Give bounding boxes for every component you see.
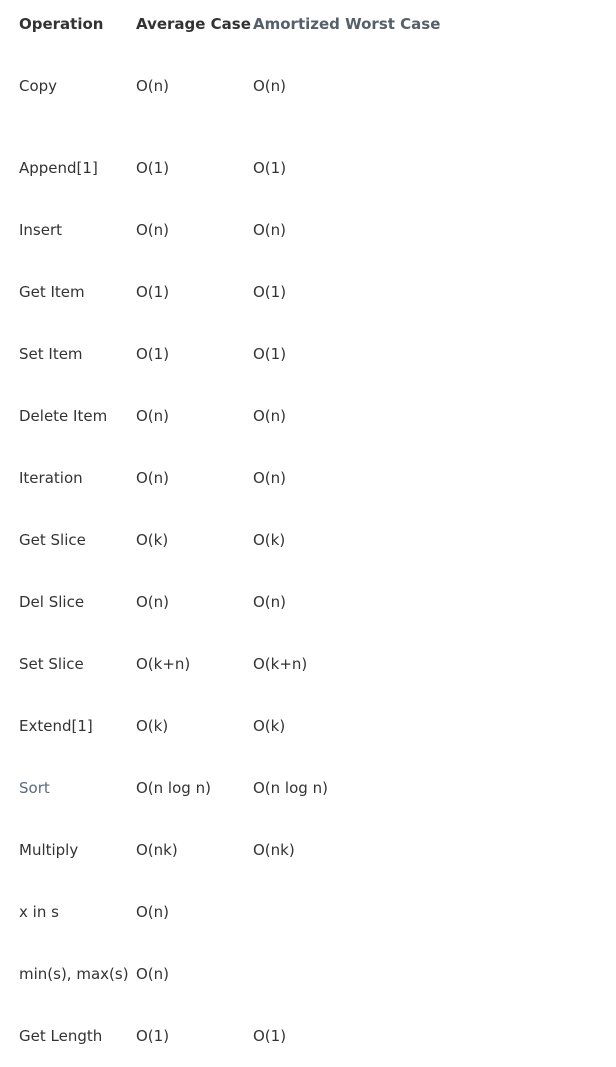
operation-cell: Del Slice [19, 593, 85, 611]
operation-cell: x in s [19, 903, 59, 921]
average-case-cell: O(1) [136, 345, 170, 363]
header-amortized-worst-case: Amortized Worst Case [253, 15, 441, 33]
table-row: Del Slice O(n) O(n) [19, 571, 440, 633]
table-row: Extend[1] O(k) O(k) [19, 695, 440, 757]
table-row: x in s O(n) [19, 881, 440, 943]
amortized-worst-case-cell: O(1) [253, 345, 287, 363]
header-average-case: Average Case [136, 15, 251, 33]
operation-cell: Set Slice [19, 655, 84, 673]
average-case-cell: O(k+n) [136, 655, 191, 673]
amortized-worst-case-cell: O(k) [253, 717, 286, 735]
header-operation: Operation [19, 15, 104, 33]
amortized-worst-case-cell: O(1) [253, 1027, 287, 1045]
average-case-cell: O(n) [136, 903, 170, 921]
operation-cell: Get Slice [19, 531, 86, 549]
average-case-cell: O(n) [136, 407, 170, 425]
complexity-table-container: Operation Average Case Amortized Worst C… [0, 0, 616, 1067]
table-row: Iteration O(n) O(n) [19, 447, 440, 509]
amortized-worst-case-cell: O(n) [253, 593, 287, 611]
table-row: min(s), max(s) O(n) [19, 943, 440, 1005]
average-case-cell: O(nk) [136, 841, 178, 859]
average-case-cell: O(n) [136, 469, 170, 487]
average-case-cell: O(n) [136, 77, 170, 95]
operation-cell: Get Length [19, 1027, 103, 1045]
average-case-cell: O(1) [136, 1027, 170, 1045]
table-row: Delete Item O(n) O(n) [19, 385, 440, 447]
table-row: Set Item O(1) O(1) [19, 323, 440, 385]
table-row: Get Slice O(k) O(k) [19, 509, 440, 571]
table-row: Copy O(n) O(n) [19, 35, 440, 137]
amortized-worst-case-cell: O(1) [253, 283, 287, 301]
table-row: Get Length O(1) O(1) [19, 1005, 440, 1067]
operation-cell: Copy [19, 77, 58, 95]
table-row: Insert O(n) O(n) [19, 199, 440, 261]
table-row: Set Slice O(k+n) O(k+n) [19, 633, 440, 695]
amortized-worst-case-cell: O(n) [253, 469, 287, 487]
amortized-worst-case-cell: O(n log n) [253, 779, 328, 797]
amortized-worst-case-cell [253, 881, 440, 943]
amortized-worst-case-cell: O(1) [253, 159, 287, 177]
table-row: Get Item O(1) O(1) [19, 261, 440, 323]
complexity-table: Operation Average Case Amortized Worst C… [19, 13, 440, 1067]
amortized-worst-case-cell: O(k+n) [253, 655, 308, 673]
operation-cell[interactable]: Sort [19, 757, 136, 819]
operation-cell: Set Item [19, 345, 83, 363]
operation-cell: min(s), max(s) [19, 965, 129, 983]
amortized-worst-case-cell: O(n) [253, 407, 287, 425]
average-case-cell: O(k) [136, 531, 169, 549]
average-case-cell: O(n) [136, 965, 170, 983]
table-row: Multiply O(nk) O(nk) [19, 819, 440, 881]
table-body: Copy O(n) O(n) Append[1] O(1) O(1) Insert O(n) O… [19, 35, 440, 1067]
amortized-worst-case-cell: O(nk) [253, 841, 295, 859]
operation-cell: Append[1] [19, 159, 98, 177]
amortized-worst-case-cell: O(k) [253, 531, 286, 549]
amortized-worst-case-cell: O(n) [253, 221, 287, 239]
amortized-worst-case-cell: O(n) [253, 77, 287, 95]
average-case-cell: O(n) [136, 221, 170, 239]
operation-cell: Insert [19, 221, 63, 239]
average-case-cell: O(1) [136, 159, 170, 177]
operation-cell: Get Item [19, 283, 85, 301]
operation-cell: Extend[1] [19, 717, 93, 735]
table-row: Sort O(n log n) O(n log n) [19, 757, 440, 819]
average-case-cell: O(k) [136, 717, 169, 735]
operation-cell: Delete Item [19, 407, 108, 425]
amortized-worst-case-cell [253, 943, 440, 1005]
operation-cell: Multiply [19, 841, 79, 859]
average-case-cell: O(1) [136, 283, 170, 301]
average-case-cell: O(n log n) [136, 779, 211, 797]
operation-cell: Iteration [19, 469, 83, 487]
table-row: Append[1] O(1) O(1) [19, 137, 440, 199]
average-case-cell: O(n) [136, 593, 170, 611]
header-row: Operation Average Case Amortized Worst C… [19, 13, 440, 35]
